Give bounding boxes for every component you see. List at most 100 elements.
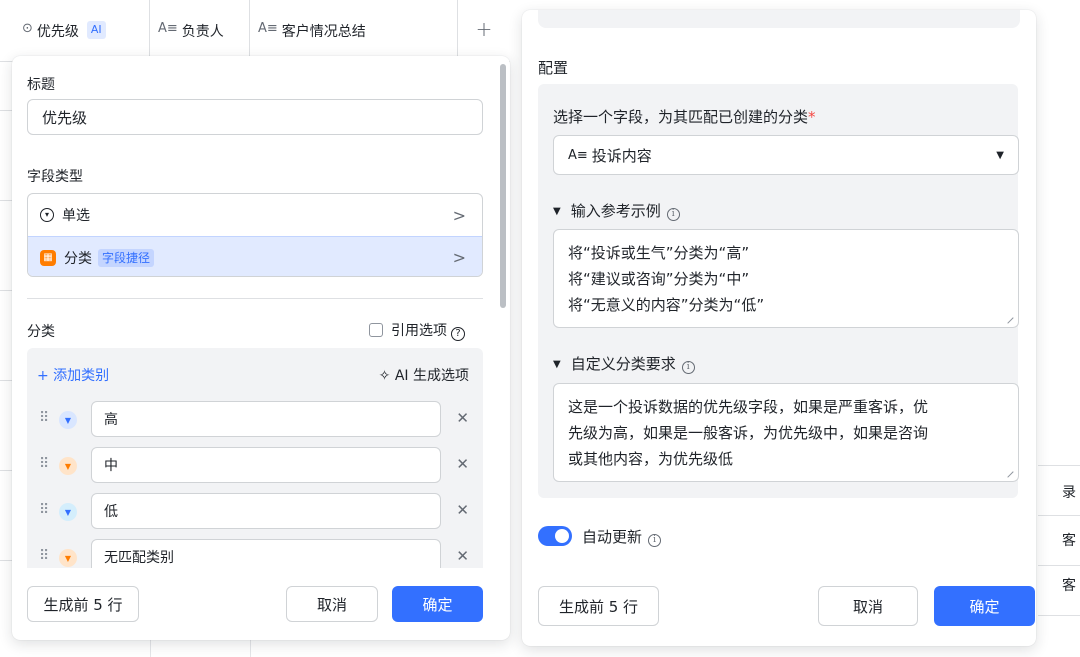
ai-generate-options-button[interactable]: ✧ AI 生成选项 — [379, 365, 469, 385]
info-icon[interactable]: i — [648, 533, 662, 547]
category-row: ⠿ ▼ 低 ✕ — [27, 493, 483, 531]
source-field-value: 投诉内容 — [591, 146, 652, 165]
column-header-bar: ⊙ 优先级 AI A≡ 负责人 A≡ 客户情况总结 + — [0, 0, 510, 62]
field-shortcut-badge: 字段捷径 — [98, 248, 155, 267]
column-header-owner[interactable]: A≡ 负责人 — [150, 0, 250, 62]
column-header-priority[interactable]: ⊙ 优先级 AI — [0, 0, 150, 62]
grid-line — [1038, 615, 1080, 616]
sparkle-icon: ✧ — [378, 368, 395, 384]
category-value: 低 — [104, 504, 118, 520]
caret-down-icon: ▼ — [996, 149, 1004, 161]
grid-line — [1038, 515, 1080, 516]
caret-down-icon: ▼ — [553, 206, 561, 217]
resize-handle-icon[interactable] — [1002, 312, 1014, 324]
drag-handle-icon[interactable]: ⠿ — [39, 502, 49, 518]
column-header-label: 负责人 — [181, 24, 224, 40]
category-icon: ▦ — [40, 249, 56, 266]
info-icon[interactable]: i — [666, 207, 680, 221]
color-dot-icon[interactable]: ▼ — [59, 503, 77, 521]
column-header-label: 客户情况总结 — [281, 24, 366, 40]
field-type-option-category[interactable]: ▦ 分类 字段捷径 > — [28, 236, 482, 276]
examples-textarea[interactable]: 将“投诉或生气”分类为“高” 将“建议或咨询”分类为“中” 将“无意义的内容”分… — [553, 229, 1019, 328]
grid-line — [1038, 565, 1080, 566]
examples-line: 将“建议或咨询”分类为“中” — [568, 270, 750, 288]
drag-handle-icon[interactable]: ⠿ — [39, 456, 49, 472]
clipped-cell-text: 客 — [1062, 578, 1076, 594]
close-icon[interactable]: ✕ — [456, 547, 469, 565]
footer-background — [12, 568, 510, 586]
color-dot-icon[interactable]: ▼ — [59, 411, 77, 429]
auto-update-label-group: 自动更新 i — [582, 526, 662, 547]
color-dot-icon[interactable]: ▼ — [59, 457, 77, 475]
custom-rules-line: 或其他内容，为优先级低 — [568, 450, 734, 468]
field-type-option-label: 单选 — [62, 208, 90, 224]
text-field-icon: A≡ — [568, 147, 588, 163]
auto-update-toggle[interactable] — [538, 526, 572, 546]
scroll-top-edge — [538, 10, 1020, 28]
text-field-icon: A≡ — [158, 21, 178, 36]
category-list: + 添加类别 ✧ AI 生成选项 ⠿ ▼ 高 ✕ ⠿ ▼ 中 ✕ ⠿ ▼ 低 ✕… — [27, 348, 483, 580]
chevron-right-icon: > — [452, 205, 466, 225]
ai-generate-label: AI 生成选项 — [394, 368, 469, 384]
single-select-icon: ⊙ — [22, 21, 33, 36]
config-label: 配置 — [538, 59, 569, 77]
scrollbar[interactable] — [500, 64, 506, 308]
generate-first-rows-button[interactable]: 生成前 5 行 — [538, 586, 659, 626]
grid-line — [0, 290, 12, 291]
reference-option-checkbox[interactable] — [369, 323, 383, 337]
reference-option-toggle[interactable]: 引用选项? — [369, 320, 465, 341]
confirm-button[interactable]: 确定 — [392, 586, 483, 622]
close-icon[interactable]: ✕ — [456, 501, 469, 519]
examples-section-toggle[interactable]: ▼ 输入参考示例 i — [553, 200, 680, 221]
help-icon[interactable]: ? — [451, 326, 465, 341]
field-settings-panel: 标题 优先级 字段类型 ▾ 单选 > ▦ 分类 字段捷径 > 分类 引用选项? … — [12, 56, 510, 640]
grid-line — [0, 470, 12, 471]
text-field-icon: A≡ — [258, 21, 278, 36]
examples-label: 输入参考示例 — [570, 202, 661, 220]
category-value: 无匹配类别 — [104, 550, 174, 566]
title-input[interactable]: 优先级 — [27, 99, 483, 135]
examples-line: 将“无意义的内容”分类为“低” — [568, 296, 765, 314]
title-input-value: 优先级 — [42, 108, 88, 127]
confirm-button[interactable]: 确定 — [934, 586, 1035, 626]
category-value: 高 — [104, 412, 118, 428]
category-input[interactable]: 中 — [91, 447, 441, 483]
reference-option-label: 引用选项 — [391, 323, 447, 339]
close-icon[interactable]: ✕ — [456, 455, 469, 473]
cancel-button[interactable]: 取消 — [286, 586, 378, 622]
title-label: 标题 — [27, 77, 55, 93]
category-input[interactable]: 低 — [91, 493, 441, 529]
field-select-label: 选择一个字段，为其匹配已创建的分类* — [553, 106, 816, 127]
column-header-label: 优先级 — [36, 24, 79, 40]
custom-rules-textarea[interactable]: 这是一个投诉数据的优先级字段，如果是严重客诉，优 先级为高，如果是一般客诉，为优… — [553, 383, 1019, 482]
custom-rules-label: 自定义分类要求 — [570, 355, 676, 373]
grid-line — [0, 200, 12, 201]
cancel-button[interactable]: 取消 — [818, 586, 918, 626]
ai-config-panel: 配置 选择一个字段，为其匹配已创建的分类* A≡ 投诉内容 ▼ ▼ 输入参考示例 i… — [522, 10, 1036, 646]
drag-handle-icon[interactable]: ⠿ — [39, 410, 49, 426]
column-header-summary[interactable]: A≡ 客户情况总结 — [250, 0, 458, 62]
info-icon[interactable]: i — [681, 360, 695, 374]
resize-handle-icon[interactable] — [1002, 466, 1014, 478]
add-category-button[interactable]: + 添加类别 — [37, 365, 109, 385]
divider — [27, 298, 483, 299]
source-field-select[interactable]: A≡ 投诉内容 ▼ — [553, 135, 1019, 175]
category-input[interactable]: 高 — [91, 401, 441, 437]
close-icon[interactable]: ✕ — [456, 409, 469, 427]
category-label: 分类 — [27, 324, 55, 340]
custom-rules-section-toggle[interactable]: ▼ 自定义分类要求 i — [553, 353, 695, 374]
field-type-label: 字段类型 — [27, 169, 83, 185]
custom-rules-line: 先级为高，如果是一般客诉，为优先级中，如果是咨询 — [568, 424, 929, 442]
category-row: ⠿ ▼ 中 ✕ — [27, 447, 483, 485]
category-value: 中 — [104, 458, 118, 474]
chevron-right-icon: > — [452, 248, 466, 267]
add-column-button[interactable]: + — [458, 0, 510, 62]
clipped-cell-text: 录 — [1062, 485, 1076, 501]
generate-first-rows-button[interactable]: 生成前 5 行 — [27, 586, 139, 622]
field-select-label-text: 选择一个字段，为其匹配已创建的分类 — [553, 108, 809, 126]
color-dot-icon[interactable]: ▼ — [59, 549, 77, 567]
required-mark: * — [808, 108, 816, 126]
field-type-option-single-select[interactable]: ▾ 单选 > — [28, 194, 482, 236]
auto-update-label: 自动更新 — [582, 528, 643, 546]
drag-handle-icon[interactable]: ⠿ — [39, 548, 49, 564]
